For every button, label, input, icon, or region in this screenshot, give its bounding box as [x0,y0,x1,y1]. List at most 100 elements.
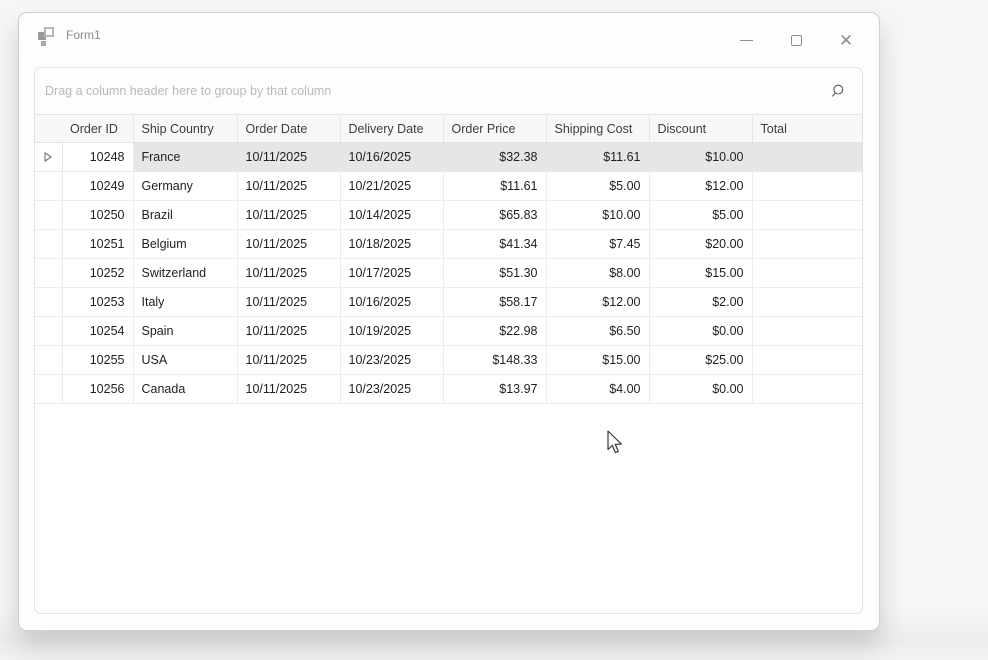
cell-delivery-date[interactable]: 10/14/2025 [340,201,443,230]
cell-shipping-cost[interactable]: $10.00 [546,201,649,230]
column-header-order-id[interactable]: Order ID [62,115,133,143]
cell-ship-country[interactable]: Switzerland [133,259,237,288]
cell-order-price[interactable]: $32.38 [443,143,546,172]
cell-total[interactable] [752,346,863,375]
cell-total[interactable] [752,143,863,172]
cell-order-date[interactable]: 10/11/2025 [237,375,340,404]
cell-discount[interactable]: $12.00 [649,172,752,201]
row-indicator-cell [35,317,62,346]
column-header-total[interactable]: Total [752,115,863,143]
cell-delivery-date[interactable]: 10/23/2025 [340,375,443,404]
cell-shipping-cost[interactable]: $7.45 [546,230,649,259]
table-row[interactable]: 10250Brazil10/11/202510/14/2025$65.83$10… [35,201,863,230]
cell-shipping-cost[interactable]: $5.00 [546,172,649,201]
group-by-panel[interactable]: Drag a column header here to group by th… [35,68,862,114]
cell-order-id[interactable]: 10249 [62,172,133,201]
minimize-button[interactable] [721,20,771,60]
cell-discount[interactable]: $0.00 [649,317,752,346]
cell-total[interactable] [752,259,863,288]
column-header-ship-country[interactable]: Ship Country [133,115,237,143]
cell-ship-country[interactable]: France [133,143,237,172]
cell-order-price[interactable]: $148.33 [443,346,546,375]
table-row[interactable]: 10255USA10/11/202510/23/2025$148.33$15.0… [35,346,863,375]
cell-order-date[interactable]: 10/11/2025 [237,288,340,317]
cell-order-price[interactable]: $22.98 [443,317,546,346]
cell-delivery-date[interactable]: 10/23/2025 [340,346,443,375]
table-row[interactable]: 10252Switzerland10/11/202510/17/2025$51.… [35,259,863,288]
maximize-button[interactable] [771,20,821,60]
table-row[interactable]: 10256Canada10/11/202510/23/2025$13.97$4.… [35,375,863,404]
cell-order-price[interactable]: $11.61 [443,172,546,201]
cell-order-id[interactable]: 10248 [62,143,133,172]
titlebar[interactable]: Form1 ✕ [19,13,879,67]
table-row[interactable]: 10254Spain10/11/202510/19/2025$22.98$6.5… [35,317,863,346]
column-header-order-price[interactable]: Order Price [443,115,546,143]
cell-ship-country[interactable]: Germany [133,172,237,201]
table-row[interactable]: 10249Germany10/11/202510/21/2025$11.61$5… [35,172,863,201]
cell-ship-country[interactable]: USA [133,346,237,375]
cell-order-id[interactable]: 10254 [62,317,133,346]
cell-total[interactable] [752,288,863,317]
column-header-delivery-date[interactable]: Delivery Date [340,115,443,143]
cell-order-date[interactable]: 10/11/2025 [237,230,340,259]
table-row[interactable]: 10251Belgium10/11/202510/18/2025$41.34$7… [35,230,863,259]
table-row[interactable]: 10248France10/11/202510/16/2025$32.38$11… [35,143,863,172]
cell-delivery-date[interactable]: 10/18/2025 [340,230,443,259]
column-header-shipping-cost[interactable]: Shipping Cost [546,115,649,143]
cell-order-id[interactable]: 10256 [62,375,133,404]
cell-order-id[interactable]: 10250 [62,201,133,230]
cell-order-date[interactable]: 10/11/2025 [237,201,340,230]
cell-discount[interactable]: $20.00 [649,230,752,259]
cell-ship-country[interactable]: Belgium [133,230,237,259]
cell-shipping-cost[interactable]: $8.00 [546,259,649,288]
cell-discount[interactable]: $10.00 [649,143,752,172]
cell-order-price[interactable]: $58.17 [443,288,546,317]
cell-order-id[interactable]: 10253 [62,288,133,317]
column-header-order-date[interactable]: Order Date [237,115,340,143]
cell-order-id[interactable]: 10251 [62,230,133,259]
cell-discount[interactable]: $5.00 [649,201,752,230]
cell-total[interactable] [752,317,863,346]
cell-order-price[interactable]: $41.34 [443,230,546,259]
cell-shipping-cost[interactable]: $4.00 [546,375,649,404]
cell-delivery-date[interactable]: 10/19/2025 [340,317,443,346]
cell-order-date[interactable]: 10/11/2025 [237,317,340,346]
cell-discount[interactable]: $0.00 [649,375,752,404]
cell-order-date[interactable]: 10/11/2025 [237,143,340,172]
orders-table: Order IDShip CountryOrder DateDelivery D… [35,114,863,404]
cell-shipping-cost[interactable]: $6.50 [546,317,649,346]
cell-order-price[interactable]: $65.83 [443,201,546,230]
cell-delivery-date[interactable]: 10/17/2025 [340,259,443,288]
cell-discount[interactable]: $15.00 [649,259,752,288]
cell-delivery-date[interactable]: 10/16/2025 [340,288,443,317]
cell-order-date[interactable]: 10/11/2025 [237,346,340,375]
cell-order-price[interactable]: $51.30 [443,259,546,288]
cell-shipping-cost[interactable]: $15.00 [546,346,649,375]
close-icon: ✕ [839,32,853,49]
cell-discount[interactable]: $2.00 [649,288,752,317]
cell-total[interactable] [752,201,863,230]
cell-shipping-cost[interactable]: $12.00 [546,288,649,317]
search-button[interactable] [825,78,851,104]
cell-ship-country[interactable]: Spain [133,317,237,346]
cell-total[interactable] [752,230,863,259]
cell-order-price[interactable]: $13.97 [443,375,546,404]
cell-ship-country[interactable]: Canada [133,375,237,404]
cell-discount[interactable]: $25.00 [649,346,752,375]
cell-order-date[interactable]: 10/11/2025 [237,259,340,288]
cell-ship-country[interactable]: Brazil [133,201,237,230]
cell-shipping-cost[interactable]: $11.61 [546,143,649,172]
column-header-discount[interactable]: Discount [649,115,752,143]
cell-total[interactable] [752,172,863,201]
close-button[interactable]: ✕ [821,20,871,60]
cell-delivery-date[interactable]: 10/21/2025 [340,172,443,201]
cell-ship-country[interactable]: Italy [133,288,237,317]
cell-total[interactable] [752,375,863,404]
group-panel-hint: Drag a column header here to group by th… [45,84,331,98]
cell-order-id[interactable]: 10252 [62,259,133,288]
form-window: Form1 ✕ Drag a column header here to gro… [18,12,880,631]
cell-delivery-date[interactable]: 10/16/2025 [340,143,443,172]
cell-order-date[interactable]: 10/11/2025 [237,172,340,201]
table-row[interactable]: 10253Italy10/11/202510/16/2025$58.17$12.… [35,288,863,317]
cell-order-id[interactable]: 10255 [62,346,133,375]
